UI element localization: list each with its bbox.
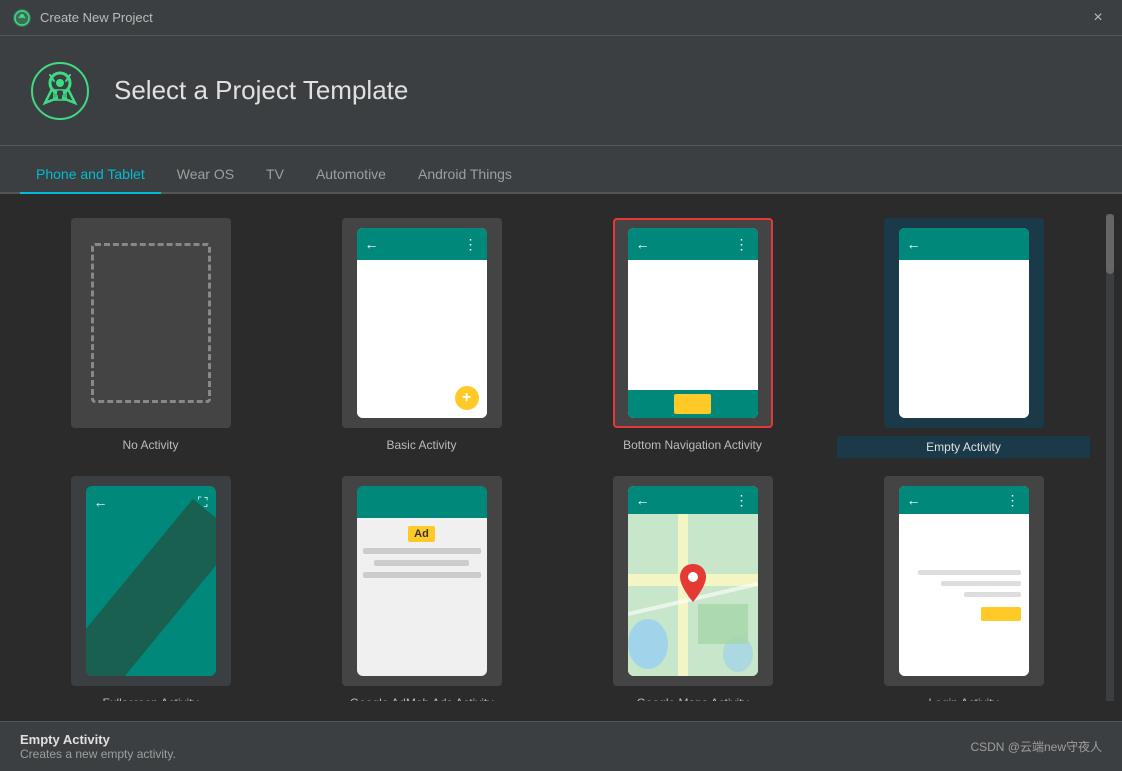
empty-phone-mockup: ← <box>899 228 1029 418</box>
selected-template-title: Empty Activity <box>20 732 176 747</box>
bottom-nav-label: Bottom Navigation Activity <box>619 436 766 454</box>
map-mockup: ← ⋮ <box>628 486 758 676</box>
fab-button: + <box>455 386 479 410</box>
template-admob[interactable]: Ad Google AdMob Ads Activity <box>291 472 552 701</box>
empty-phone-body <box>899 260 1029 418</box>
template-empty-activity[interactable]: ← Empty Activity <box>833 214 1094 462</box>
login-field-2 <box>941 581 1021 586</box>
logo-svg <box>30 61 90 121</box>
template-no-activity[interactable]: No Activity <box>20 214 281 462</box>
tab-wear-os[interactable]: Wear OS <box>161 156 250 194</box>
login-label: Login Activity <box>924 694 1002 701</box>
map-header: ← ⋮ <box>628 486 758 514</box>
no-activity-dashed <box>91 243 211 403</box>
diagonal-line <box>86 486 216 676</box>
menu-dots-icon: ⋮ <box>735 236 750 253</box>
bottom-navigation-bar <box>628 390 758 418</box>
selected-template-desc: Creates a new empty activity. <box>20 747 176 761</box>
login-mockup: ← ⋮ <box>899 486 1029 676</box>
title-bar-left: Create New Project <box>12 8 153 28</box>
fullscreen-label: Fullscreen Activity <box>98 694 202 701</box>
no-activity-preview <box>71 218 231 428</box>
admob-preview: Ad <box>342 476 502 686</box>
tab-android-things[interactable]: Android Things <box>402 156 528 194</box>
template-maps[interactable]: ← ⋮ <box>562 472 823 701</box>
template-basic-activity[interactable]: ← ⋮ + Basic Activity <box>291 214 552 462</box>
dialog-header: Select a Project Template <box>0 36 1122 146</box>
back-arrow-icon: ← <box>907 236 921 252</box>
back-arrow-icon: ← <box>365 236 379 252</box>
basic-phone-mockup: ← ⋮ + <box>357 228 487 418</box>
ad-line-3 <box>363 572 481 578</box>
tab-automotive[interactable]: Automotive <box>300 156 402 194</box>
admob-label: Google AdMob Ads Activity <box>346 694 497 701</box>
login-body <box>899 514 1029 676</box>
footer: Empty Activity Creates a new empty activ… <box>0 721 1122 771</box>
no-activity-label: No Activity <box>118 436 182 454</box>
nav-item-1 <box>634 394 671 414</box>
back-arrow-icon: ← <box>907 492 921 508</box>
login-field-3 <box>964 592 1021 597</box>
basic-phone-header: ← ⋮ <box>357 228 487 260</box>
template-bottom-nav[interactable]: ← ⋮ Bottom Navigation Activity <box>562 214 823 462</box>
ad-line-1 <box>363 548 481 554</box>
ad-header <box>357 486 487 518</box>
android-studio-logo <box>30 61 90 121</box>
nav-item-2-active <box>674 394 711 414</box>
page-title: Select a Project Template <box>114 75 408 106</box>
template-fullscreen[interactable]: ← ⛶ Fullscreen Activity <box>20 472 281 701</box>
close-button[interactable]: × <box>1086 6 1110 30</box>
maps-label: Google Maps Activity <box>632 694 752 701</box>
back-arrow-icon: ← <box>636 492 650 508</box>
bottom-nav-preview: ← ⋮ <box>613 218 773 428</box>
fullscreen-preview: ← ⛶ <box>71 476 231 686</box>
tab-tv[interactable]: TV <box>250 156 300 194</box>
bottom-nav-body <box>628 260 758 390</box>
maps-preview: ← ⋮ <box>613 476 773 686</box>
basic-activity-label: Basic Activity <box>382 436 460 454</box>
template-login[interactable]: ← ⋮ Login Activity <box>833 472 1094 701</box>
ad-line-2 <box>374 560 468 566</box>
empty-activity-preview: ← <box>884 218 1044 428</box>
menu-dots-icon: ⋮ <box>464 236 479 253</box>
ad-body: Ad <box>357 518 487 676</box>
map-body <box>628 514 758 676</box>
empty-activity-label: Empty Activity <box>837 436 1090 458</box>
login-preview: ← ⋮ <box>884 476 1044 686</box>
nav-item-3 <box>715 394 752 414</box>
bottom-nav-mockup: ← ⋮ <box>628 228 758 418</box>
brand-label: CSDN @云端new守夜人 <box>970 738 1102 755</box>
window-title: Create New Project <box>40 10 153 25</box>
menu-dots-icon: ⋮ <box>1006 492 1021 509</box>
login-header: ← ⋮ <box>899 486 1029 514</box>
ad-badge: Ad <box>408 526 435 542</box>
platform-tabs: Phone and Tablet Wear OS TV Automotive A… <box>0 146 1122 194</box>
back-arrow-icon: ← <box>636 236 650 252</box>
app-icon <box>12 8 32 28</box>
login-button <box>981 607 1021 621</box>
bottom-nav-topbar: ← ⋮ <box>628 228 758 260</box>
scrollbar-track[interactable] <box>1106 214 1114 701</box>
menu-dots-icon: ⋮ <box>735 492 750 509</box>
tab-phone-tablet[interactable]: Phone and Tablet <box>20 156 161 194</box>
title-bar: Create New Project × <box>0 0 1122 36</box>
footer-info: Empty Activity Creates a new empty activ… <box>20 732 176 761</box>
basic-phone-body: + <box>357 260 487 418</box>
fullscreen-mockup: ← ⛶ <box>86 486 216 676</box>
ad-mockup: Ad <box>357 486 487 676</box>
map-svg <box>628 514 758 676</box>
empty-phone-header: ← <box>899 228 1029 260</box>
main-content: No Activity ← ⋮ + Basic Activity <box>0 194 1122 721</box>
login-field-1 <box>918 570 1021 575</box>
scrollbar-thumb[interactable] <box>1106 214 1114 274</box>
template-grid: No Activity ← ⋮ + Basic Activity <box>20 214 1102 701</box>
basic-activity-preview: ← ⋮ + <box>342 218 502 428</box>
